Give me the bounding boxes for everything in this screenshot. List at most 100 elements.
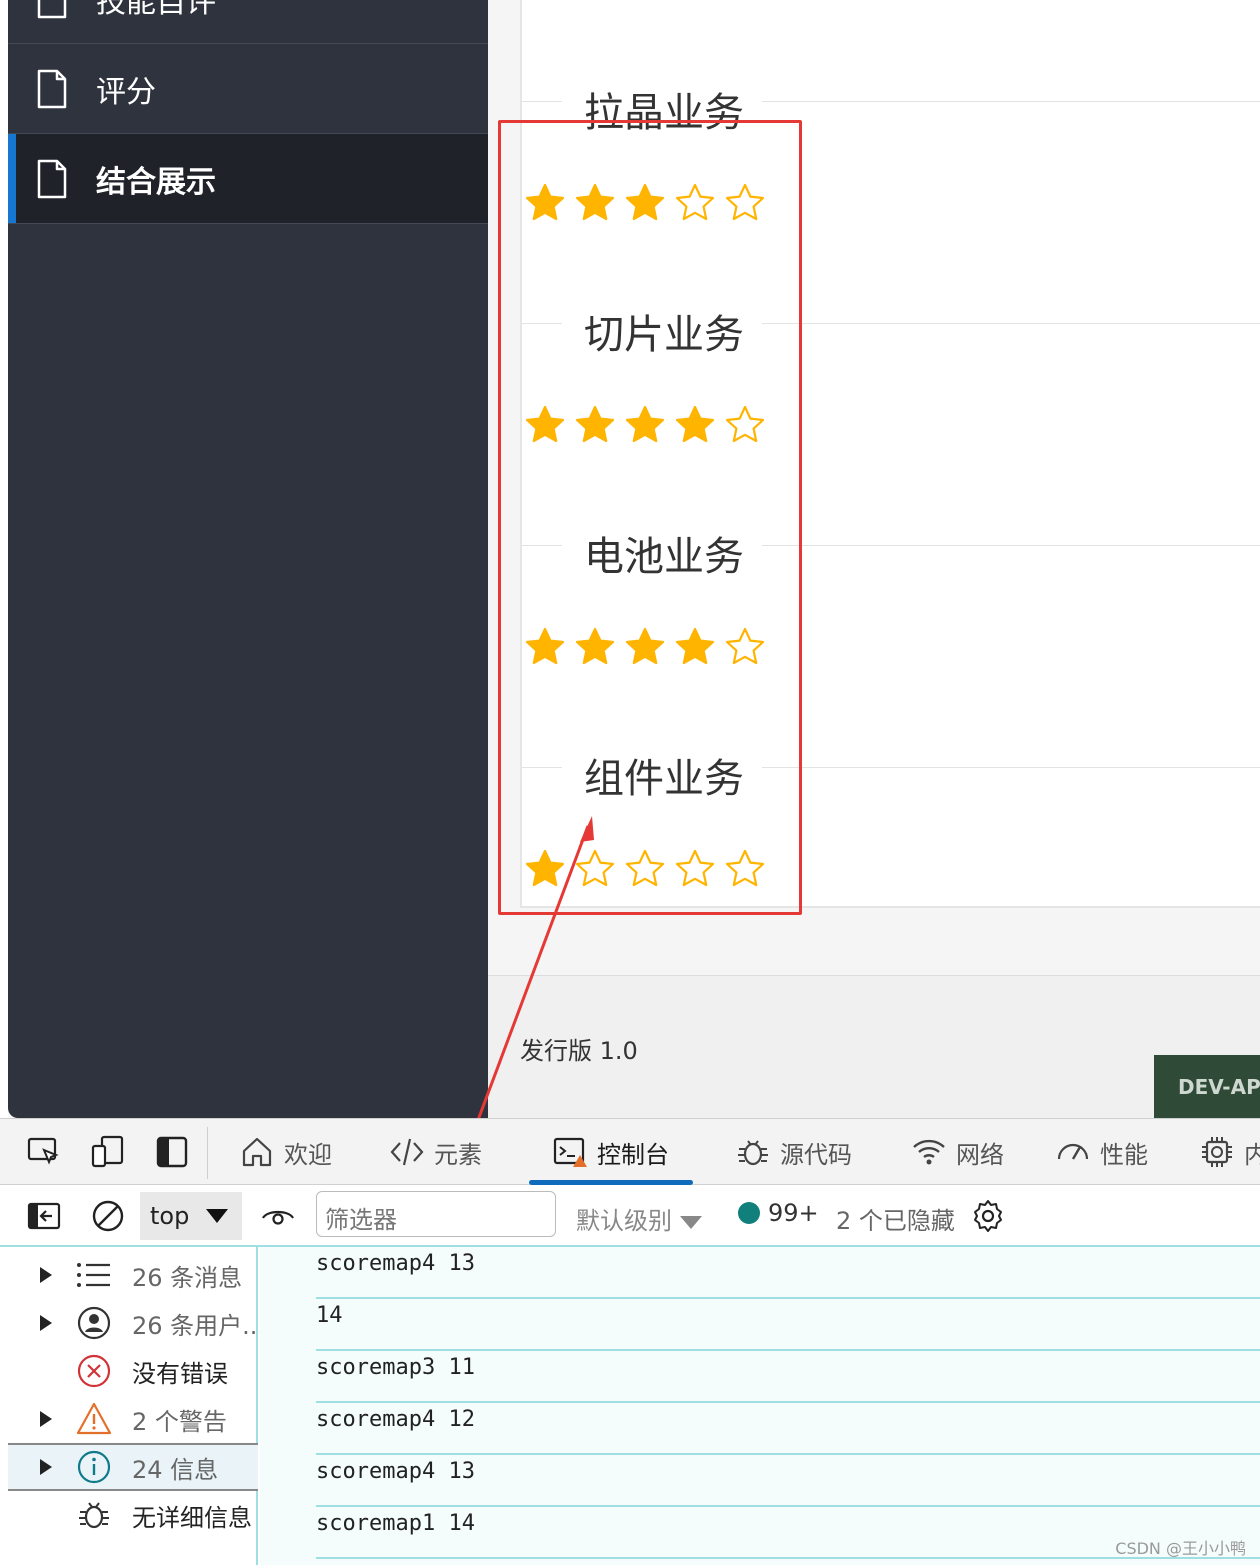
sidebar-verbose[interactable]: 无详细信息: [8, 1491, 258, 1539]
live-expression-eye-icon[interactable]: [260, 1198, 296, 1234]
star-rating[interactable]: [522, 404, 782, 446]
sidebar-item-label: 技能自评: [96, 0, 216, 20]
log-entry: scoremap4 13: [316, 1455, 1260, 1507]
star-empty-icon[interactable]: [624, 848, 666, 890]
star-rating[interactable]: [522, 626, 782, 668]
tab-network[interactable]: 网络: [912, 1119, 1004, 1185]
star-empty-icon[interactable]: [574, 848, 616, 890]
device-emulation-icon[interactable]: [90, 1134, 126, 1170]
star-filled-icon[interactable]: [524, 848, 566, 890]
tab-elements[interactable]: 元素: [390, 1119, 482, 1185]
expand-triangle-icon: [40, 1315, 52, 1331]
star-empty-icon[interactable]: [674, 182, 716, 224]
main-content: 拉晶业务切片业务电池业务组件业务: [488, 0, 1260, 975]
star-filled-icon[interactable]: [674, 404, 716, 446]
log-entry: scoremap4 12: [316, 1403, 1260, 1455]
inspect-element-icon[interactable]: [26, 1134, 62, 1170]
sidebar-warnings[interactable]: 2 个警告: [8, 1395, 258, 1443]
section-divider: 切片业务: [522, 308, 1260, 358]
divider-line: [522, 545, 562, 546]
chevron-down-icon: [680, 1215, 702, 1229]
show-sidebar-icon[interactable]: [26, 1198, 62, 1234]
star-rating[interactable]: [522, 848, 782, 890]
star-filled-icon[interactable]: [624, 404, 666, 446]
star-empty-icon[interactable]: [724, 182, 766, 224]
star-filled-icon[interactable]: [574, 404, 616, 446]
star-filled-icon[interactable]: [624, 626, 666, 668]
sidebar-info[interactable]: 24 信息: [8, 1443, 258, 1491]
bug-icon: [79, 1502, 109, 1529]
sidebar-row-label: 26 条用户...: [132, 1311, 266, 1340]
section-title: 电池业务: [584, 534, 744, 580]
log-level-select[interactable]: 默认级别: [576, 1201, 702, 1236]
log-entry: scoremap3 11: [316, 1351, 1260, 1403]
log-entry: scoremap4 13: [316, 1247, 1260, 1299]
tab-label: 内: [1244, 1140, 1260, 1169]
log-entry: 14: [316, 1299, 1260, 1351]
chevron-down-icon: [206, 1209, 228, 1223]
user-icon: [77, 1306, 111, 1340]
divider-line: [522, 767, 562, 768]
issues-counter[interactable]: 99+: [738, 1199, 819, 1227]
star-filled-icon[interactable]: [524, 182, 566, 224]
tab-welcome[interactable]: 欢迎: [240, 1119, 332, 1185]
toggle-panel-icon[interactable]: [154, 1134, 190, 1170]
devtools-tabbar: 欢迎 元素 控制台 源代码 网络 性能 内: [0, 1119, 1260, 1185]
sidebar-item-combined-view[interactable]: 结合展示: [8, 134, 488, 224]
clear-console-icon[interactable]: [90, 1198, 126, 1234]
rating-card: 拉晶业务切片业务电池业务组件业务: [520, 0, 1260, 908]
watermark: CSDN @王小小鸭: [1115, 1539, 1246, 1558]
star-empty-icon[interactable]: [724, 404, 766, 446]
star-filled-icon[interactable]: [574, 182, 616, 224]
warning-icon: [76, 1402, 112, 1435]
sidebar-item-score[interactable]: 评分: [8, 44, 488, 134]
star-filled-icon[interactable]: [524, 626, 566, 668]
document-icon: [37, 69, 67, 108]
tab-sources[interactable]: 源代码: [736, 1119, 852, 1185]
star-rating[interactable]: [522, 182, 782, 224]
star-empty-icon[interactable]: [724, 848, 766, 890]
divider-line: [762, 323, 1260, 324]
star-filled-icon[interactable]: [674, 626, 716, 668]
section-divider: 拉晶业务: [522, 86, 1260, 136]
issues-count: 99+: [768, 1199, 819, 1227]
star-empty-icon[interactable]: [724, 626, 766, 668]
console-log: scoremap4 13 14 scoremap3 11 scoremap4 12 sc…: [260, 1247, 1260, 1565]
window-left-edge: [0, 0, 8, 1118]
devtools-panel: 欢迎 元素 控制台 源代码 网络 性能 内 top 筛选器 默认级别 99+ 2…: [0, 1118, 1260, 1565]
star-empty-icon[interactable]: [674, 848, 716, 890]
context-select[interactable]: top: [140, 1192, 242, 1240]
tab-performance[interactable]: 性能: [1056, 1119, 1148, 1185]
sidebar-item-label: 评分: [96, 74, 156, 110]
chip-icon: [1202, 1137, 1232, 1167]
list-icon: [77, 1263, 110, 1287]
document-icon: [37, 159, 67, 198]
sidebar-messages[interactable]: 26 条消息: [8, 1251, 258, 1299]
tab-memory[interactable]: 内: [1200, 1119, 1260, 1185]
page-footer: 发行版 1.0: [488, 975, 1260, 1118]
star-filled-icon[interactable]: [574, 626, 616, 668]
filter-input[interactable]: 筛选器: [316, 1191, 556, 1237]
sidebar-row-label: 没有错误: [132, 1359, 228, 1388]
tab-label: 性能: [1100, 1140, 1148, 1169]
sidebar-item-label: 结合展示: [96, 164, 216, 200]
sidebar-item-skill-self-eval[interactable]: 技能自评: [8, 0, 488, 44]
sidebar-errors[interactable]: 没有错误: [8, 1347, 258, 1395]
console-sidebar: 26 条消息 26 条用户... 没有错误 2 个警告 24 信息 无详细信息: [8, 1247, 265, 1565]
sidebar-user-messages[interactable]: 26 条用户...: [8, 1299, 265, 1347]
dev-badge[interactable]: DEV-APE: [1154, 1055, 1260, 1118]
sidebar-row-label: 26 条消息: [132, 1263, 243, 1292]
star-filled-icon[interactable]: [524, 404, 566, 446]
log-level-label: 默认级别: [576, 1207, 672, 1235]
sidebar-row-label: 24 信息: [132, 1455, 219, 1484]
context-value: top: [150, 1202, 190, 1230]
console-toolbar: top 筛选器 默认级别 99+ 2 个已隐藏: [0, 1185, 1260, 1247]
info-icon: [77, 1450, 111, 1484]
divider-line: [762, 101, 1260, 102]
gear-icon[interactable]: [970, 1198, 1006, 1234]
tab-console[interactable]: 控制台: [529, 1119, 693, 1185]
sidebar-row-label: 2 个警告: [132, 1407, 227, 1436]
expand-triangle-icon: [40, 1267, 52, 1283]
section-divider: 组件业务: [522, 752, 1260, 802]
star-filled-icon[interactable]: [624, 182, 666, 224]
